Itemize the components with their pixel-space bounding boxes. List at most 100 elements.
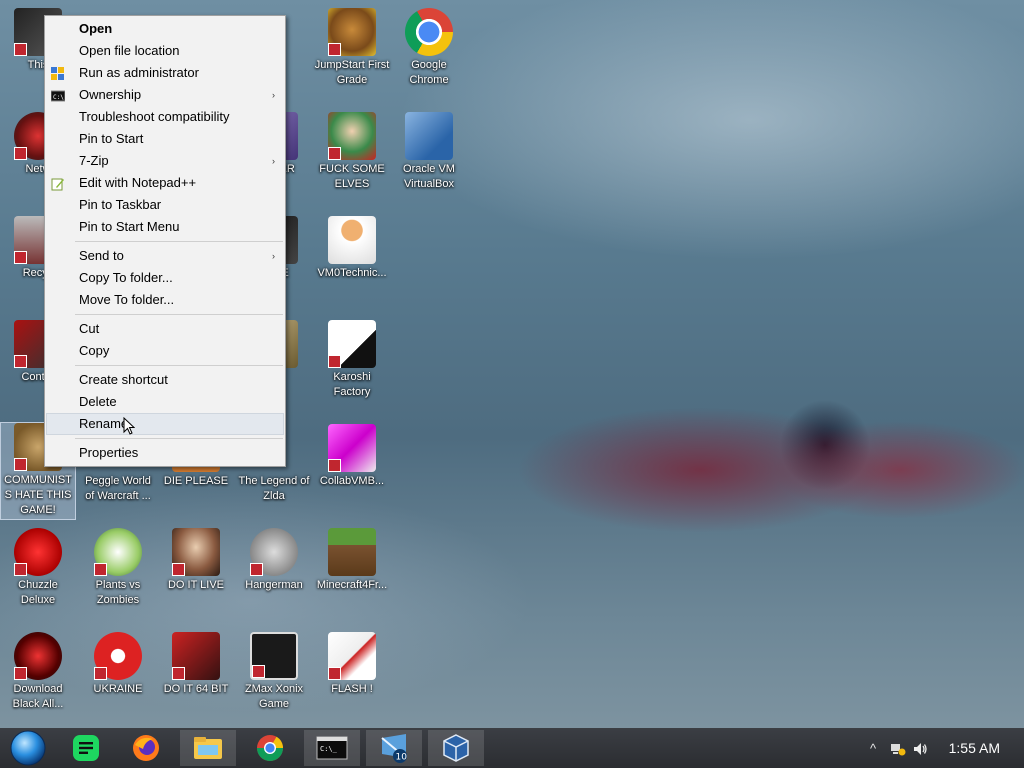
flash-icon — [328, 632, 376, 680]
menu-item-label: Open file location — [79, 43, 180, 58]
menu-item-label: Run as administrator — [79, 65, 199, 80]
menu-item-open-file-location[interactable]: Open file location — [45, 40, 285, 62]
menu-item-copy-to-folder[interactable]: Copy To folder... — [45, 267, 285, 289]
show-hidden-icons-chevron-icon[interactable]: ^ — [870, 741, 876, 756]
menu-item-pin-to-taskbar[interactable]: Pin to Taskbar — [45, 194, 285, 216]
desktop[interactable]: This Netw Recyc Contro COMMUNISTS HATE T… — [0, 0, 1024, 728]
desktop-icon-label: VM0Technic... — [317, 267, 387, 279]
desktop-icon-collabvmb[interactable]: CollabVMB... — [314, 424, 390, 489]
file-explorer-icon — [194, 737, 222, 759]
desktop-icon-oracle-vm-virtualbox[interactable]: Oracle VM VirtualBox — [391, 112, 467, 192]
desktop-icon-hangerman[interactable]: Hangerman — [236, 528, 312, 593]
menu-item-label: Pin to Start Menu — [79, 219, 180, 234]
minecraft-grass-block-icon — [328, 528, 376, 576]
desktop-icon-label: Google Chrome — [409, 59, 449, 86]
svg-text:C:\: C:\ — [53, 94, 64, 101]
submenu-arrow-icon: › — [272, 90, 275, 100]
desktop-icon-label: CollabVMB... — [319, 475, 385, 487]
desktop-icon-label: DO IT LIVE — [167, 579, 225, 591]
chrome-icon — [256, 735, 284, 762]
menu-item-label: Pin to Start — [79, 131, 144, 146]
desktop-icon-label: Minecraft4Fr... — [316, 579, 388, 591]
taskbar-command-prompt[interactable]: C:\_ — [304, 730, 360, 766]
network-security-icon[interactable] — [890, 741, 906, 760]
taskbar-file-explorer[interactable] — [180, 730, 236, 766]
desktop-icon-label: DIE PLEASE — [163, 475, 229, 487]
desktop-icon-label: Peggle World of Warcraft ... — [85, 475, 151, 502]
menu-item-copy[interactable]: Copy — [45, 340, 285, 362]
command-prompt-icon: C:\_ — [316, 736, 348, 760]
menu-item-edit-with-notepad-plus-plus[interactable]: Edit with Notepad++ — [45, 172, 285, 194]
submenu-arrow-icon: › — [272, 251, 275, 261]
menu-item-label: Copy To folder... — [79, 270, 173, 285]
menu-item-rename[interactable]: Rename — [46, 413, 284, 435]
menu-item-label: Move To folder... — [79, 292, 175, 307]
taskbar-chrome[interactable] — [242, 730, 298, 766]
desktop-icon-minecraft4fr[interactable]: Minecraft4Fr... — [314, 528, 390, 593]
desktop-icon-download-black-all[interactable]: Download Black All... — [0, 632, 76, 712]
menu-item-label: Edit with Notepad++ — [79, 175, 197, 190]
menu-item-label: Delete — [79, 394, 117, 409]
menu-item-pin-to-start[interactable]: Pin to Start — [45, 128, 285, 150]
menu-item-label: Ownership — [79, 87, 142, 102]
menu-item-label: Create shortcut — [79, 372, 168, 387]
desktop-icon-label: The Legend of Zlda — [238, 475, 310, 502]
svg-text:C:\_: C:\_ — [320, 745, 338, 753]
system-tray: ^ 1:55 AM — [854, 728, 1024, 768]
spotify-icon — [73, 735, 99, 761]
doctor-icon — [328, 216, 376, 264]
clock[interactable]: 1:55 AM — [949, 740, 1000, 756]
hangerman-icon — [250, 528, 298, 576]
elf-icon — [328, 112, 376, 160]
desktop-icon-zmax-xonix-game[interactable]: ZMax Xonix Game — [236, 632, 312, 712]
desktop-icon-label: ZMax Xonix Game — [244, 683, 304, 710]
menu-item-label: Open — [79, 21, 113, 36]
desktop-icon-karoshi-factory[interactable]: Karoshi Factory — [314, 320, 390, 400]
menu-separator — [75, 241, 283, 242]
volume-icon[interactable] — [912, 741, 928, 760]
desktop-icon-label: DO IT 64 BIT — [163, 683, 229, 695]
desktop-icon-label: JumpStart First Grade — [314, 59, 390, 86]
menu-item-troubleshoot-compatibility[interactable]: Troubleshoot compatibility — [45, 106, 285, 128]
menu-item-cut[interactable]: Cut — [45, 318, 285, 340]
desktop-icon-jumpstart-first-grade[interactable]: JumpStart First Grade — [314, 8, 390, 88]
menu-item-ownership[interactable]: C:\ Ownership › — [45, 84, 285, 106]
menu-item-properties[interactable]: Properties — [45, 442, 285, 464]
menu-item-7-zip[interactable]: 7-Zip › — [45, 150, 285, 172]
desktop-icon-label: FUCK SOME ELVES — [319, 163, 385, 190]
menu-item-label: Pin to Taskbar — [79, 197, 162, 212]
desktop-icon-chuzzle-deluxe[interactable]: Chuzzle Deluxe — [0, 528, 76, 608]
menu-item-move-to-folder[interactable]: Move To folder... — [45, 289, 285, 311]
start-button[interactable] — [0, 730, 56, 766]
taskbar-windows-10[interactable]: 10 — [366, 730, 422, 766]
taskbar-firefox[interactable] — [118, 730, 174, 766]
karoshi-icon — [328, 320, 376, 368]
desktop-icon-vm0technic[interactable]: VM0Technic... — [314, 216, 390, 281]
portrait-icon — [172, 528, 220, 576]
menu-item-send-to[interactable]: Send to › — [45, 245, 285, 267]
desktop-icon-google-chrome[interactable]: Google Chrome — [391, 8, 467, 88]
desktop-icon-plants-vs-zombies[interactable]: Plants vs Zombies — [80, 528, 156, 608]
desktop-icon-label: Chuzzle Deluxe — [18, 579, 58, 606]
firefox-icon — [133, 735, 159, 761]
desktop-icon-label: Download Black All... — [12, 683, 64, 710]
desktop-icon-do-it-64-bit[interactable]: DO IT 64 BIT — [158, 632, 234, 697]
menu-item-delete[interactable]: Delete — [45, 391, 285, 413]
menu-item-run-as-administrator[interactable]: Run as administrator — [45, 62, 285, 84]
menu-item-pin-to-start-menu[interactable]: Pin to Start Menu — [45, 216, 285, 238]
menu-item-label: Rename — [79, 416, 129, 431]
desktop-icon-do-it-live[interactable]: DO IT LIVE — [158, 528, 234, 593]
desktop-icon-flash[interactable]: FLASH ! — [314, 632, 390, 697]
menu-item-label: Send to — [79, 248, 124, 263]
desktop-icon-ukraine[interactable]: UKRAINE — [80, 632, 156, 697]
taskbar: C:\_ 10 ^ 1:55 AM — [0, 728, 1024, 768]
mouse-cursor-icon — [123, 416, 136, 441]
desktop-icon-fuck-some-elves[interactable]: FUCK SOME ELVES — [314, 112, 390, 192]
desktop-icon-label: UKRAINE — [93, 683, 143, 695]
desktop-icon-label: Hangerman — [245, 579, 303, 591]
chuzzle-icon — [14, 528, 62, 576]
menu-item-create-shortcut[interactable]: Create shortcut — [45, 369, 285, 391]
menu-item-open[interactable]: Open — [45, 18, 285, 40]
taskbar-spotify[interactable] — [58, 730, 114, 766]
taskbar-virtualbox[interactable] — [428, 730, 484, 766]
